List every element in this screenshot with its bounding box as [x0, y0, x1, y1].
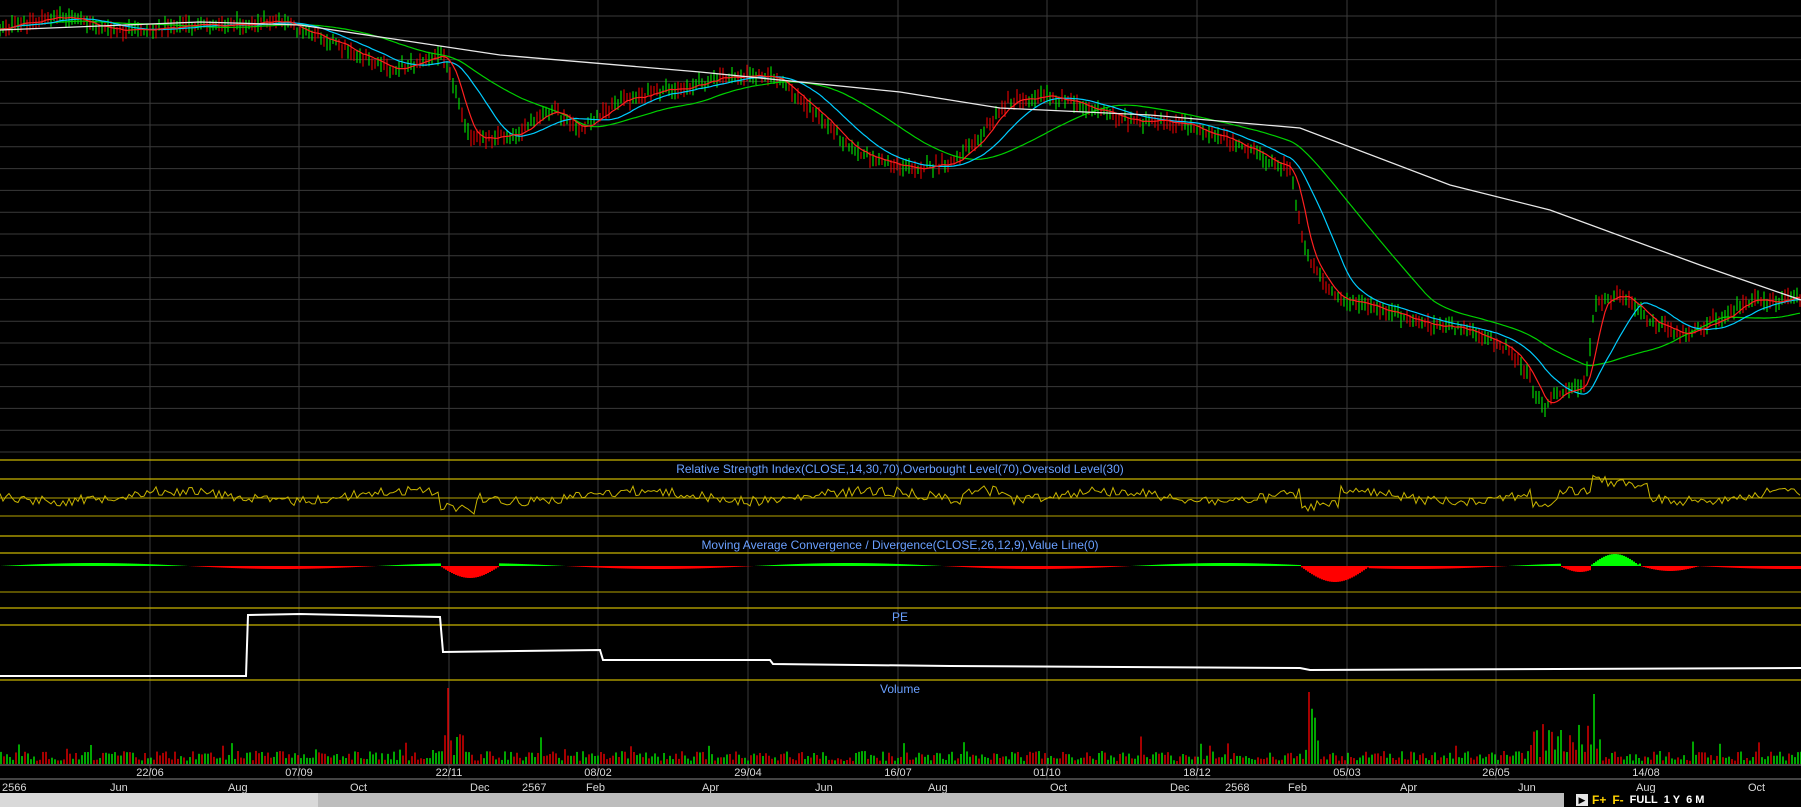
x-axis: 22/06 07/09 22/11 08/02 29/04 16/07 01/10 18/12… [0, 764, 1801, 793]
x-tick-lower-4: Dec [470, 782, 490, 793]
x-tick-upper-4: 29/04 [734, 767, 762, 779]
x-tick-upper-1: 07/09 [285, 767, 313, 779]
x-tick-lower-13: Feb [1288, 782, 1307, 793]
x-tick-lower-3: Oct [350, 782, 367, 793]
x-tick-lower-10: Oct [1050, 782, 1067, 793]
x-tick-upper-7: 18/12 [1183, 767, 1211, 779]
x-tick-lower-5: 2567 [522, 782, 546, 793]
zoom-controls: F+ F- FULL 1 Y 6 M [1592, 793, 1704, 807]
scroll-right-arrow-icon[interactable]: ▶ [1576, 794, 1588, 806]
x-tick-lower-7: Apr [702, 782, 719, 793]
x-tick-lower-6: Feb [586, 782, 605, 793]
rsi-line [0, 474, 1801, 515]
x-tick-lower-1: Jun [110, 782, 128, 793]
rsi-title: Relative Strength Index(CLOSE,14,30,70),… [676, 462, 1124, 476]
macd-title: Moving Average Convergence / Divergence(… [701, 538, 1098, 552]
ma-200-line [0, 21, 1801, 301]
range-6m-button[interactable]: 6 M [1686, 793, 1704, 807]
x-tick-lower-8: Jun [815, 782, 833, 793]
x-tick-upper-0: 22/06 [136, 767, 164, 779]
x-tick-upper-8: 05/03 [1333, 767, 1361, 779]
x-tick-lower-14: Apr [1400, 782, 1417, 793]
ma-medium-line [0, 18, 1801, 395]
pe-title: PE [892, 610, 908, 624]
x-tick-lower-9: Aug [928, 782, 948, 793]
stock-chart: Relative Strength Index(CLOSE,14,30,70),… [0, 0, 1801, 793]
volume-panel [0, 688, 1801, 764]
x-tick-upper-3: 08/02 [584, 767, 612, 779]
price-panel [0, 6, 1801, 418]
volume-title: Volume [880, 682, 920, 696]
x-tick-upper-6: 01/10 [1033, 767, 1061, 779]
x-tick-upper-5: 16/07 [884, 767, 912, 779]
x-tick-lower-16: Aug [1636, 782, 1656, 793]
x-tick-lower-0: 2566 [2, 782, 26, 793]
ma-short-line [0, 16, 1801, 404]
macd-panel [1, 554, 1801, 582]
x-tick-lower-15: Jun [1518, 782, 1536, 793]
x-tick-lower-17: Oct [1748, 782, 1765, 793]
x-tick-lower-12: 2568 [1225, 782, 1249, 793]
scrollbar-thumb[interactable] [318, 793, 1564, 807]
grid-lines [0, 0, 1801, 780]
scroll-track-left[interactable] [0, 793, 319, 807]
x-tick-upper-2: 22/11 [436, 767, 463, 779]
x-tick-lower-11: Dec [1170, 782, 1190, 793]
ma-long-line [0, 20, 1801, 367]
rsi-panel [0, 474, 1801, 515]
range-full-button[interactable]: FULL [1630, 793, 1658, 807]
zoom-out-icon[interactable]: F- [1612, 793, 1623, 807]
range-1y-button[interactable]: 1 Y [1664, 793, 1680, 807]
footer-bar: ▶ F+ F- FULL 1 Y 6 M [0, 793, 1801, 807]
x-tick-upper-9: 26/05 [1482, 767, 1510, 779]
x-tick-upper-10: 14/08 [1632, 767, 1660, 779]
zoom-in-icon[interactable]: F+ [1592, 793, 1606, 807]
x-tick-lower-2: Aug [228, 782, 248, 793]
scroll-track-end [1566, 793, 1576, 807]
